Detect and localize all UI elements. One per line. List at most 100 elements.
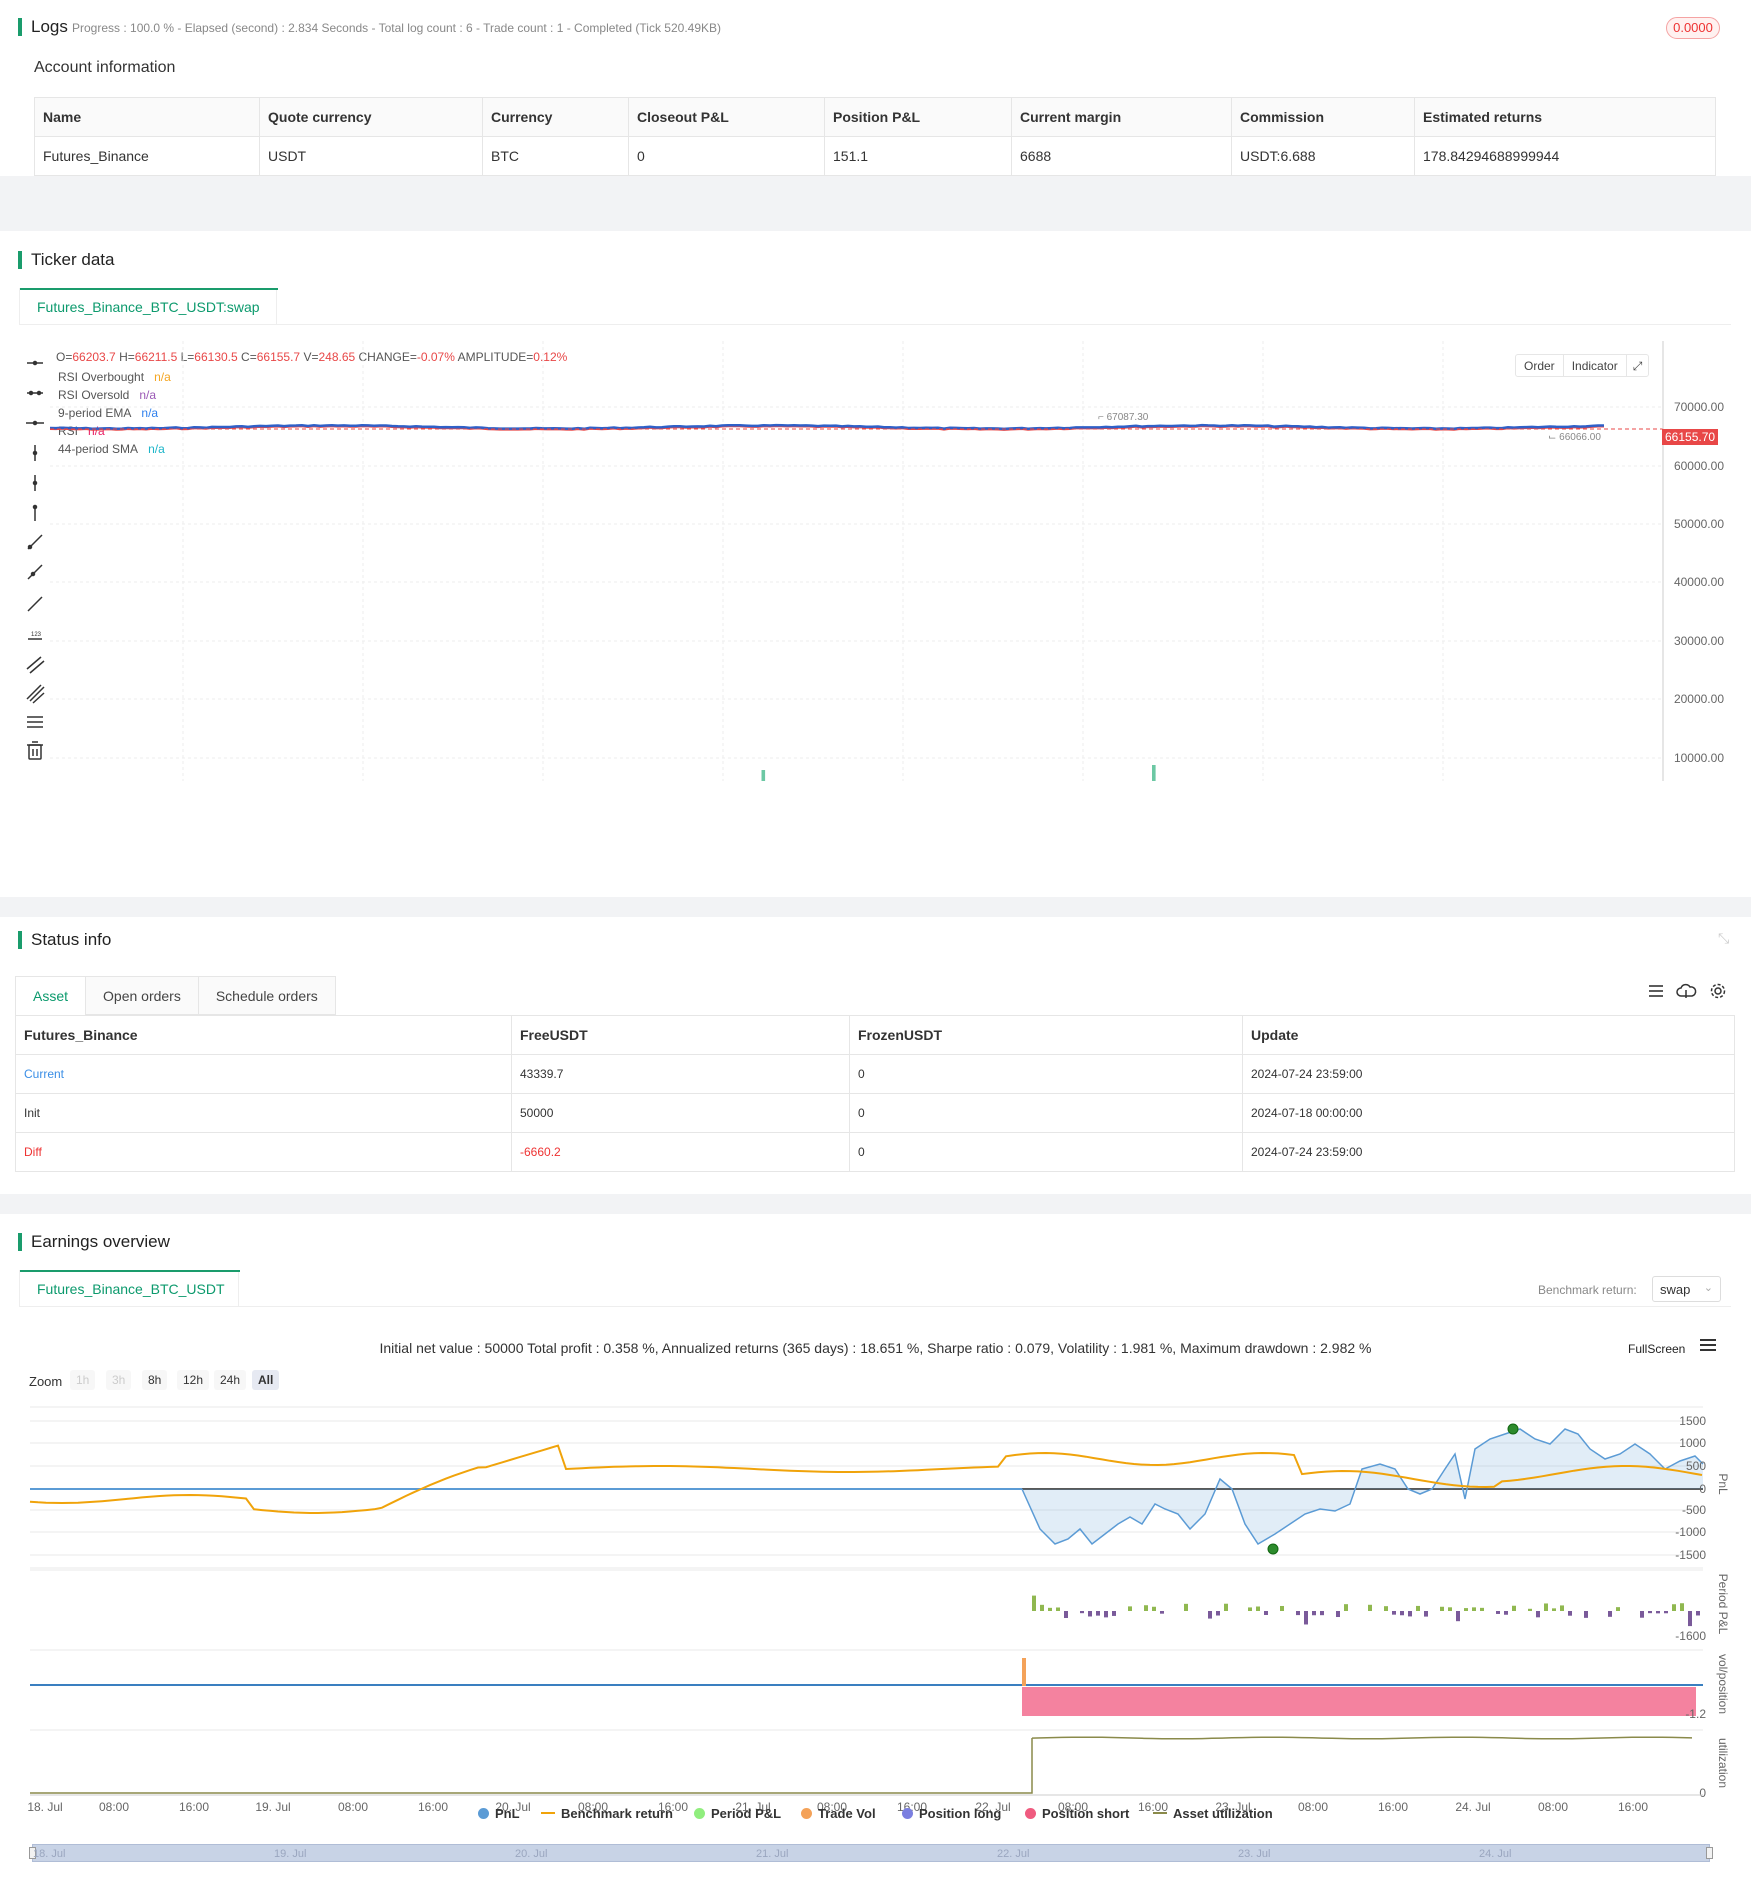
table-header-row: Name Quote currency Currency Closeout P&… (34, 97, 1716, 137)
period-bar (1344, 1604, 1348, 1611)
gear-icon[interactable] (1710, 983, 1726, 999)
tab-bar-line (19, 324, 1731, 325)
col-update: Update (1242, 1015, 1735, 1055)
col-name: Name (34, 97, 260, 137)
low-marker: ⌙ 66066.00 (1548, 432, 1601, 443)
table-row: Init 50000 0 2024-07-18 00:00:00 (15, 1093, 1735, 1133)
y-tick-label: 70000.00 (1674, 400, 1724, 414)
col-frozen-usdt: FrozenUSDT (849, 1015, 1243, 1055)
zoom-1h-button[interactable]: 1h (70, 1370, 96, 1390)
logs-panel: Logs Progress : 100.0 % - Elapsed (secon… (0, 0, 1751, 176)
utilization-tick-label: 0 (1699, 1786, 1706, 1800)
legend-dot-icon (478, 1808, 489, 1819)
utilization-line (30, 1736, 1693, 1794)
status-panel: Status info ⤡ Asset Open orders Schedule… (0, 917, 1751, 1194)
legend-benchmark[interactable]: Benchmark return (541, 1806, 673, 1821)
period-bar (1512, 1605, 1516, 1611)
chevron-down-icon: ⌄ (1703, 1282, 1713, 1294)
period-bar (1280, 1605, 1284, 1611)
zoom-12h-button[interactable]: 12h (177, 1370, 210, 1390)
period-bar (1184, 1603, 1188, 1611)
fullscreen-button[interactable]: FullScreen (1628, 1342, 1685, 1356)
col-free-usdt: FreeUSDT (511, 1015, 850, 1055)
period-bar (1536, 1611, 1540, 1618)
legend-position-long[interactable]: Position long (902, 1806, 1001, 1821)
cell-update: 2024-07-18 00:00:00 (1242, 1093, 1735, 1133)
legend-trade-vol[interactable]: Trade Vol (801, 1806, 876, 1821)
earnings-tab[interactable]: Futures_Binance_BTC_USDT (19, 1270, 240, 1306)
list-icon[interactable] (1649, 985, 1663, 997)
pnl-tick-label: -500 (1682, 1503, 1706, 1517)
summary-text: Initial net value : 50000 Total profit :… (379, 1340, 1372, 1356)
col-quote-currency: Quote currency (259, 97, 483, 137)
period-bar (1368, 1604, 1372, 1611)
legend-asset-utilization[interactable]: Asset utilization (1153, 1806, 1273, 1821)
logs-progress: Progress : 100.0 % - Elapsed (second) : … (72, 21, 722, 35)
row-label-current[interactable]: Current (15, 1054, 512, 1094)
section-accent (18, 1233, 22, 1251)
legend-line-icon (1153, 1812, 1167, 1814)
period-bar (1248, 1607, 1252, 1611)
cloud-download-icon[interactable] (1676, 983, 1697, 998)
earnings-title: Earnings overview (31, 1232, 170, 1251)
period-bar (1568, 1611, 1572, 1616)
period-bar (1584, 1611, 1588, 1618)
ticker-tab[interactable]: Futures_Binance_BTC_USDT:swap (19, 288, 278, 324)
period-bar (1224, 1603, 1228, 1611)
tab-open-orders[interactable]: Open orders (86, 976, 199, 1015)
period-bar (1112, 1611, 1116, 1616)
period-bar (1064, 1611, 1068, 1619)
y-tick-label: 10000.00 (1674, 751, 1724, 765)
price-label: 66155.70 (1662, 429, 1719, 445)
navigator-ticks: 18. Jul 19. Jul 20. Jul 21. Jul 22. Jul … (33, 1848, 1512, 1860)
period-bar (1416, 1605, 1420, 1611)
volume-bar (1152, 765, 1156, 781)
col-closeout-pnl: Closeout P&L (628, 97, 825, 137)
period-bar (1472, 1607, 1476, 1611)
zoom-24h-button[interactable]: 24h (214, 1370, 247, 1390)
y-tick-label: 60000.00 (1674, 459, 1724, 473)
position-tick-label: -1.2 (1685, 1707, 1706, 1721)
zoom-3h-button[interactable]: 3h (106, 1370, 132, 1390)
cell-free: -6660.2 (511, 1132, 850, 1172)
axis-title: Period P&L (1716, 1574, 1730, 1635)
period-bar (1336, 1611, 1340, 1618)
table-row: Diff -6660.2 0 2024-07-24 23:59:00 (15, 1132, 1735, 1172)
collapse-icon[interactable]: ⤡ (1718, 930, 1729, 947)
legend-position-short[interactable]: Position short (1025, 1806, 1129, 1821)
period-bar (1504, 1611, 1508, 1615)
trade-vol-bar (1022, 1658, 1026, 1686)
period-bar (1560, 1605, 1564, 1611)
period-bar (1664, 1611, 1668, 1614)
zoom-all-button[interactable]: All (252, 1370, 280, 1390)
zoom-8h-button[interactable]: 8h (142, 1370, 168, 1390)
tab-schedule-orders[interactable]: Schedule orders (198, 976, 336, 1015)
pnl-tick-label: 1500 (1679, 1414, 1706, 1428)
period-bar (1080, 1611, 1084, 1614)
logs-badge[interactable]: 0.0000 (1666, 17, 1720, 39)
legend-pnl[interactable]: PnL (478, 1806, 520, 1821)
col-current-margin: Current margin (1011, 97, 1232, 137)
tab-asset[interactable]: Asset (15, 976, 87, 1015)
period-bar (1608, 1611, 1612, 1617)
period-tick-label: -1600 (1675, 1629, 1706, 1643)
benchmark-select[interactable]: swap ⌄ (1652, 1276, 1721, 1302)
period-bar (1456, 1611, 1460, 1622)
period-bar (1032, 1595, 1036, 1611)
cell-current-margin: 6688 (1011, 136, 1232, 176)
legend-period-pnl[interactable]: Period P&L (694, 1806, 781, 1821)
table-row: Futures_Binance USDT BTC 0 151.1 6688 US… (34, 136, 1716, 176)
menu-icon[interactable] (1700, 1338, 1716, 1352)
cell-estimated-returns: 178.84294688999944 (1414, 136, 1716, 176)
period-bar (1312, 1611, 1316, 1616)
logs-title: Logs (31, 17, 68, 36)
period-bar (1448, 1607, 1452, 1611)
y-tick-label: 30000.00 (1674, 634, 1724, 648)
axis-title: vol/position (1716, 1654, 1730, 1714)
period-bar (1424, 1611, 1428, 1617)
y-tick-label: 50000.00 (1674, 517, 1724, 531)
period-bar (1464, 1608, 1468, 1611)
period-bar (1480, 1607, 1484, 1611)
table-row: Current 43339.7 0 2024-07-24 23:59:00 (15, 1054, 1735, 1094)
y-tick-label: 20000.00 (1674, 692, 1724, 706)
